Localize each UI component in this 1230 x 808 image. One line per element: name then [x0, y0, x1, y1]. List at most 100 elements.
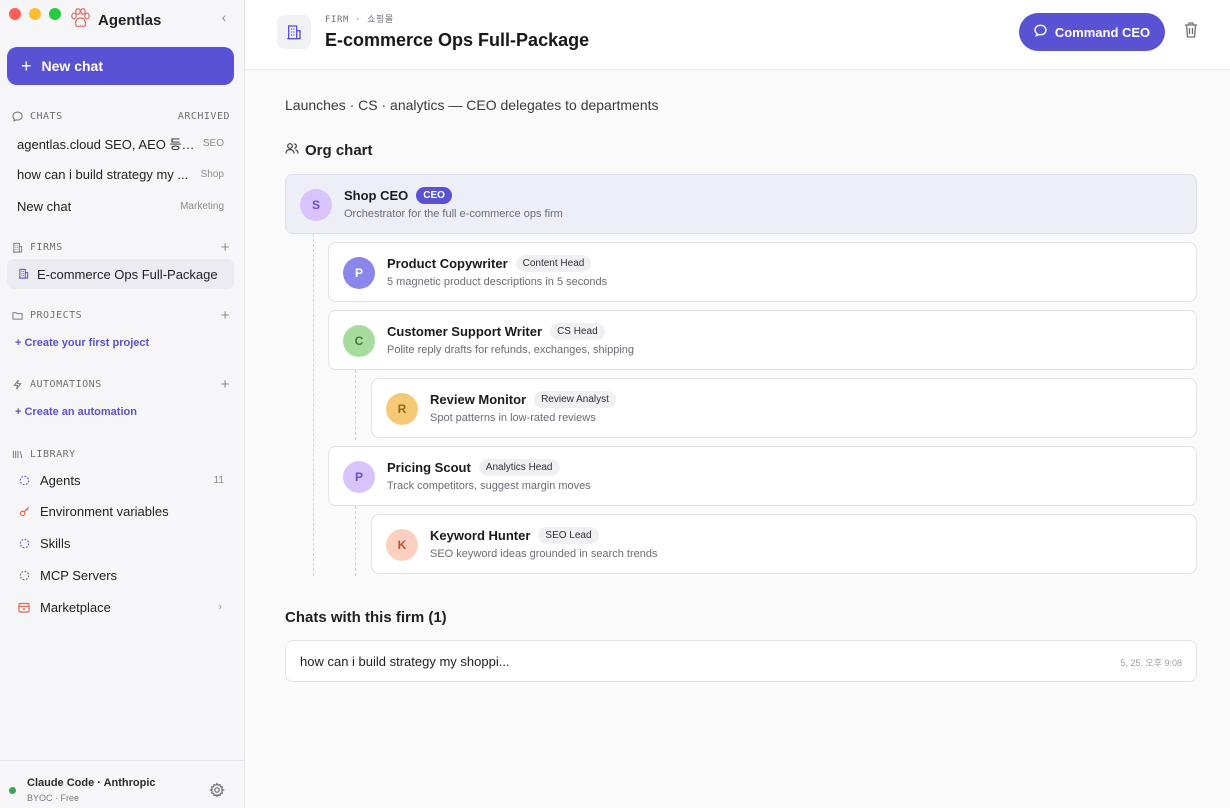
minimize-window-button[interactable]: [29, 8, 41, 20]
library-item-label: Marketplace: [40, 599, 111, 615]
agent-name: Keyword Hunter: [430, 528, 531, 543]
maximize-window-button[interactable]: [49, 8, 61, 20]
agent-description: Spot patterns in low-rated reviews: [430, 412, 596, 424]
firm-chat-timestamp: 5. 25. 오후 9:08: [1120, 658, 1182, 668]
agent-name: Review Monitor: [430, 392, 527, 407]
sidebar-item-marketplace[interactable]: Marketplace ›: [7, 593, 234, 621]
org-node-agent[interactable]: P Product Copywriter Content Head 5 magn…: [328, 242, 1197, 302]
command-ceo-label: Command CEO: [1054, 24, 1151, 40]
new-chat-label: New chat: [41, 58, 103, 74]
avatar: R: [386, 393, 418, 425]
archived-link[interactable]: ARCHIVED: [178, 111, 230, 122]
org-chart-title: Org chart: [305, 142, 373, 159]
org-node-title: Keyword Hunter SEO Lead: [430, 527, 599, 544]
agent-description: Polite reply drafts for refunds, exchang…: [387, 344, 635, 356]
projects-heading: PROJECTS: [30, 310, 83, 321]
chat-list-item[interactable]: New chat Marketing: [7, 192, 234, 220]
chat-tag: Marketing: [180, 200, 224, 212]
library-section-header: LIBRARY: [12, 449, 230, 460]
avatar: C: [343, 325, 375, 357]
building-icon: [18, 267, 29, 282]
org-node-agent[interactable]: C Customer Support Writer CS Head Polite…: [328, 310, 1197, 370]
org-node-title: Review Monitor Review Analyst: [430, 391, 616, 408]
main-content: Launches · CS · analytics — CEO delegate…: [245, 71, 1230, 808]
firm-title: E-commerce Ops Full-Package: [37, 266, 218, 282]
role-badge: CEO: [416, 187, 452, 204]
avatar: P: [343, 257, 375, 289]
sidebar-item-environment-variables[interactable]: Environment variables: [7, 497, 234, 525]
sidebar: Agentlas ‹ + New chat CHATS ARCHIVED age…: [0, 0, 245, 808]
chats-heading: CHATS: [30, 111, 63, 122]
org-node-ceo[interactable]: S Shop CEO CEO Orchestrator for the full…: [285, 174, 1197, 234]
chat-tag: SEO: [202, 137, 224, 149]
role-badge: Analytics Head: [478, 459, 560, 476]
plus-icon: +: [21, 56, 32, 76]
projects-section-header: PROJECTS +: [12, 308, 230, 323]
create-automation-link[interactable]: + Create an automation: [15, 406, 137, 418]
firms-heading: FIRMS: [30, 242, 63, 253]
sidebar-item-mcp-servers[interactable]: MCP Servers: [7, 561, 234, 589]
agent-name: Pricing Scout: [387, 460, 471, 475]
org-node-title: Pricing Scout Analytics Head: [387, 459, 560, 476]
building-icon: [12, 242, 24, 253]
trash-icon[interactable]: [1183, 21, 1199, 39]
chats-section-header: CHATS ARCHIVED: [12, 111, 230, 122]
firm-building-icon: [277, 15, 311, 49]
users-icon: [285, 142, 299, 159]
firm-chat-row[interactable]: how can i build strategy my shoppi... 5.…: [285, 640, 1197, 682]
add-project-icon[interactable]: +: [221, 308, 230, 323]
app-name: Agentlas: [98, 12, 162, 29]
avatar: K: [386, 529, 418, 561]
org-node-agent[interactable]: R Review Monitor Review Analyst Spot pat…: [371, 378, 1197, 438]
firms-section-header: FIRMS +: [12, 240, 230, 255]
create-project-link[interactable]: + Create your first project: [15, 337, 149, 349]
role-badge: Content Head: [515, 255, 592, 272]
agent-name: Customer Support Writer: [387, 324, 543, 339]
sidebar-item-firm[interactable]: E-commerce Ops Full-Package: [7, 259, 234, 289]
firm-chat-title: how can i build strategy my shoppi...: [300, 654, 510, 669]
automations-heading: AUTOMATIONS: [30, 379, 102, 390]
window-controls: [9, 8, 61, 20]
avatar: P: [343, 461, 375, 493]
status-indicator: [9, 787, 16, 794]
chat-list-item[interactable]: how can i build strategy my ... Shop: [7, 160, 234, 188]
page-kicker: FIRM · 쇼핑몰: [325, 15, 394, 25]
close-window-button[interactable]: [9, 8, 21, 20]
org-chart-heading: Org chart: [285, 142, 373, 159]
provider-plan: BYOC · Free: [27, 793, 80, 803]
library-heading: LIBRARY: [30, 449, 76, 460]
bolt-icon: [12, 379, 24, 390]
agent-description: SEO keyword ideas grounded in search tre…: [430, 548, 658, 560]
page-header: FIRM · 쇼핑몰 E-commerce Ops Full-Package C…: [245, 0, 1230, 70]
org-node-title: Shop CEO CEO: [344, 187, 452, 204]
org-connector-line: [355, 506, 356, 576]
chat-title: agentlas.cloud SEO, AEO 등 ...: [17, 136, 195, 152]
role-badge: SEO Lead: [538, 527, 599, 544]
collapse-sidebar-icon[interactable]: ‹: [217, 9, 231, 25]
sidebar-item-skills[interactable]: Skills: [7, 529, 234, 557]
agents-icon: [18, 474, 30, 486]
page-title: E-commerce Ops Full-Package: [325, 30, 590, 50]
command-ceo-button[interactable]: Command CEO: [1019, 13, 1165, 51]
gear-icon[interactable]: [209, 782, 225, 798]
library-item-label: Environment variables: [40, 503, 169, 519]
library-icon: [12, 449, 24, 460]
org-node-agent[interactable]: K Keyword Hunter SEO Lead SEO keyword id…: [371, 514, 1197, 574]
add-automation-icon[interactable]: +: [221, 377, 230, 392]
org-node-agent[interactable]: P Pricing Scout Analytics Head Track com…: [328, 446, 1197, 506]
new-chat-button[interactable]: + New chat: [7, 47, 234, 85]
firm-description: Launches · CS · analytics — CEO delegate…: [285, 97, 659, 113]
library-item-label: MCP Servers: [40, 567, 118, 583]
library-item-label: Agents: [40, 472, 81, 488]
sidebar-footer: Claude Code · Anthropic BYOC · Free: [0, 760, 245, 808]
role-badge: Review Analyst: [534, 391, 616, 408]
org-connector-line: [355, 370, 356, 440]
firm-chats-heading: Chats with this firm (1): [285, 609, 447, 626]
add-firm-icon[interactable]: +: [221, 240, 230, 255]
sidebar-item-agents[interactable]: Agents 11: [7, 466, 234, 494]
role-badge: CS Head: [550, 323, 605, 340]
brand: Agentlas: [69, 7, 161, 34]
agent-description: Orchestrator for the full e-commerce ops…: [344, 208, 563, 220]
chat-list-item[interactable]: agentlas.cloud SEO, AEO 등 ... SEO: [7, 129, 234, 157]
store-icon: [18, 601, 30, 613]
